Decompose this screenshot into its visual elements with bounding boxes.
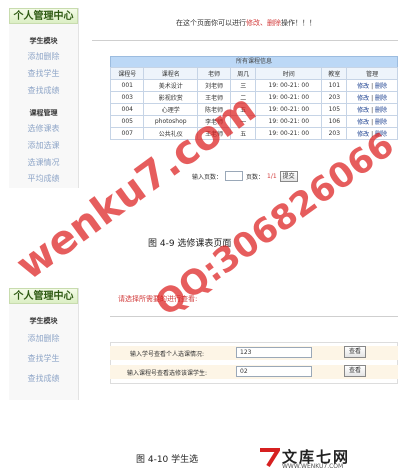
student-id-input[interactable]: 123: [236, 347, 312, 358]
cell: 19: 00-21: 00: [255, 91, 323, 104]
col-course-name: 课程名: [143, 67, 198, 80]
separator: |: [371, 119, 374, 126]
fig2-sidebar-link[interactable]: 添加删除: [9, 333, 78, 344]
table-row: 003 影视欣赏 王老师 二 19: 00-21: 00 203 修改 | 删除: [109, 91, 398, 104]
fig2-sidebar: 个人管理中心 学生模块 添加删除 查找学生 查找成绩: [9, 288, 79, 400]
cell: 19: 00-21: 00: [255, 79, 323, 92]
edit-link[interactable]: 修改: [357, 95, 369, 102]
cell: 203: [321, 91, 348, 104]
manage-cell: 修改 | 删除: [346, 91, 398, 104]
page-input[interactable]: [225, 171, 244, 181]
fig1-sidebar: 个人管理中心 学生模块 添加删除 查找学生 查找成绩 课程管理 选修课表 添加选…: [9, 8, 79, 188]
logo-mark-icon: [260, 448, 280, 468]
pager-page-label: 页数：: [246, 173, 265, 181]
cell: 19: 00-21: 00: [255, 127, 323, 140]
cell: 003: [109, 91, 145, 104]
fig1-sidebar-link[interactable]: 查找成绩: [9, 85, 78, 96]
fig1-sidebar-title: 学生模块: [29, 37, 58, 45]
fig1-notice: 在这个页面你可以进行修改、删除操作！！！: [176, 18, 316, 28]
query-label-1: 输入学号查看个人选课情况:: [130, 351, 205, 358]
table-row: 001 美术设计 刘老师 三 19: 00-21: 00 101 修改 | 删除: [109, 79, 398, 92]
pager: 输入页数： 页数： 1/1 提交: [192, 170, 298, 182]
cell: 106: [321, 115, 348, 128]
cell: 刘老师: [196, 79, 232, 92]
fig1-sidebar-link[interactable]: 查找学生: [9, 68, 78, 79]
fig1-sidebar-link[interactable]: 添加删除: [9, 51, 78, 62]
delete-link[interactable]: 删除: [375, 95, 387, 102]
cell: 004: [109, 103, 145, 116]
cell: 005: [109, 115, 145, 128]
col-manage: 管理: [346, 67, 398, 80]
fig1-divider: [92, 40, 398, 41]
notice-prefix: 在这个页面你可以进行: [176, 19, 246, 27]
cell: 105: [321, 103, 348, 116]
course-table-caption: 所有课程信息: [110, 56, 398, 67]
separator: |: [371, 95, 374, 102]
manage-cell: 修改 | 删除: [346, 103, 398, 116]
col-teacher: 老师: [196, 67, 232, 80]
notice-red1: 修改、: [246, 19, 267, 27]
fig2-sidebar-link[interactable]: 查找学生: [9, 353, 78, 364]
cell: 影视欣赏: [143, 91, 198, 104]
view-student-button[interactable]: 查看: [344, 346, 366, 358]
fig2-sidebar-header: 个人管理中心: [9, 288, 78, 304]
col-course-id: 课程号: [109, 67, 145, 80]
notice-red2: 删除: [267, 19, 281, 27]
view-course-button[interactable]: 查看: [344, 365, 366, 377]
edit-link[interactable]: 修改: [357, 83, 369, 90]
col-weekday: 周几: [230, 67, 257, 80]
manage-cell: 修改 | 删除: [346, 115, 398, 128]
fig2-sidebar-link[interactable]: 查找成绩: [9, 373, 78, 384]
col-room: 教室: [321, 67, 348, 80]
fig1-sidebar-header: 个人管理中心: [9, 8, 78, 24]
separator: |: [371, 107, 374, 114]
figure-4-10-caption: 图 4-10 学生选: [136, 455, 199, 465]
fig2-divider: [110, 316, 398, 317]
cell: 001: [109, 79, 145, 92]
manage-cell: 修改 | 删除: [346, 79, 398, 92]
fig2-sidebar-title: 学生模块: [29, 317, 58, 325]
cell: 美术设计: [143, 79, 198, 92]
cell: 19: 00-21: 00: [255, 115, 323, 128]
fig1-sidebar-link[interactable]: 添加选课: [9, 140, 78, 151]
fig1-sidebar-link[interactable]: 选修课表: [9, 123, 78, 134]
cell: 007: [109, 127, 145, 140]
fig1-sidebar-link[interactable]: 平均成绩: [9, 173, 78, 184]
pager-input-label: 输入页数：: [192, 173, 223, 181]
cell: 203: [321, 127, 348, 140]
site-logo: 文库七网 WWW.WENKU7.COM: [258, 446, 402, 472]
col-time: 时间: [255, 67, 323, 80]
query-label-2: 输入课程号查看选修该课学生:: [127, 370, 208, 377]
cell: 心理学: [143, 103, 198, 116]
separator: |: [371, 83, 374, 90]
fig1-sidebar-title2: 课程管理: [29, 109, 58, 117]
edit-link[interactable]: 修改: [357, 107, 369, 114]
course-id-input[interactable]: 02: [236, 366, 312, 377]
delete-link[interactable]: 删除: [375, 83, 387, 90]
edit-link[interactable]: 修改: [357, 119, 369, 126]
delete-link[interactable]: 删除: [375, 107, 387, 114]
pager-page-value: 1/1: [267, 172, 277, 180]
cell: 19: 00-21: 00: [255, 103, 323, 116]
fig1-sidebar-link[interactable]: 选课情况: [9, 157, 78, 168]
logo-url: WWW.WENKU7.COM: [282, 463, 344, 470]
cell: 101: [321, 79, 348, 92]
course-table-header-row: 课程号 课程名 老师 周几 时间 教室 管理: [109, 67, 398, 80]
pager-submit-button[interactable]: 提交: [279, 170, 298, 182]
notice-suffix: 操作！！！: [281, 19, 316, 27]
